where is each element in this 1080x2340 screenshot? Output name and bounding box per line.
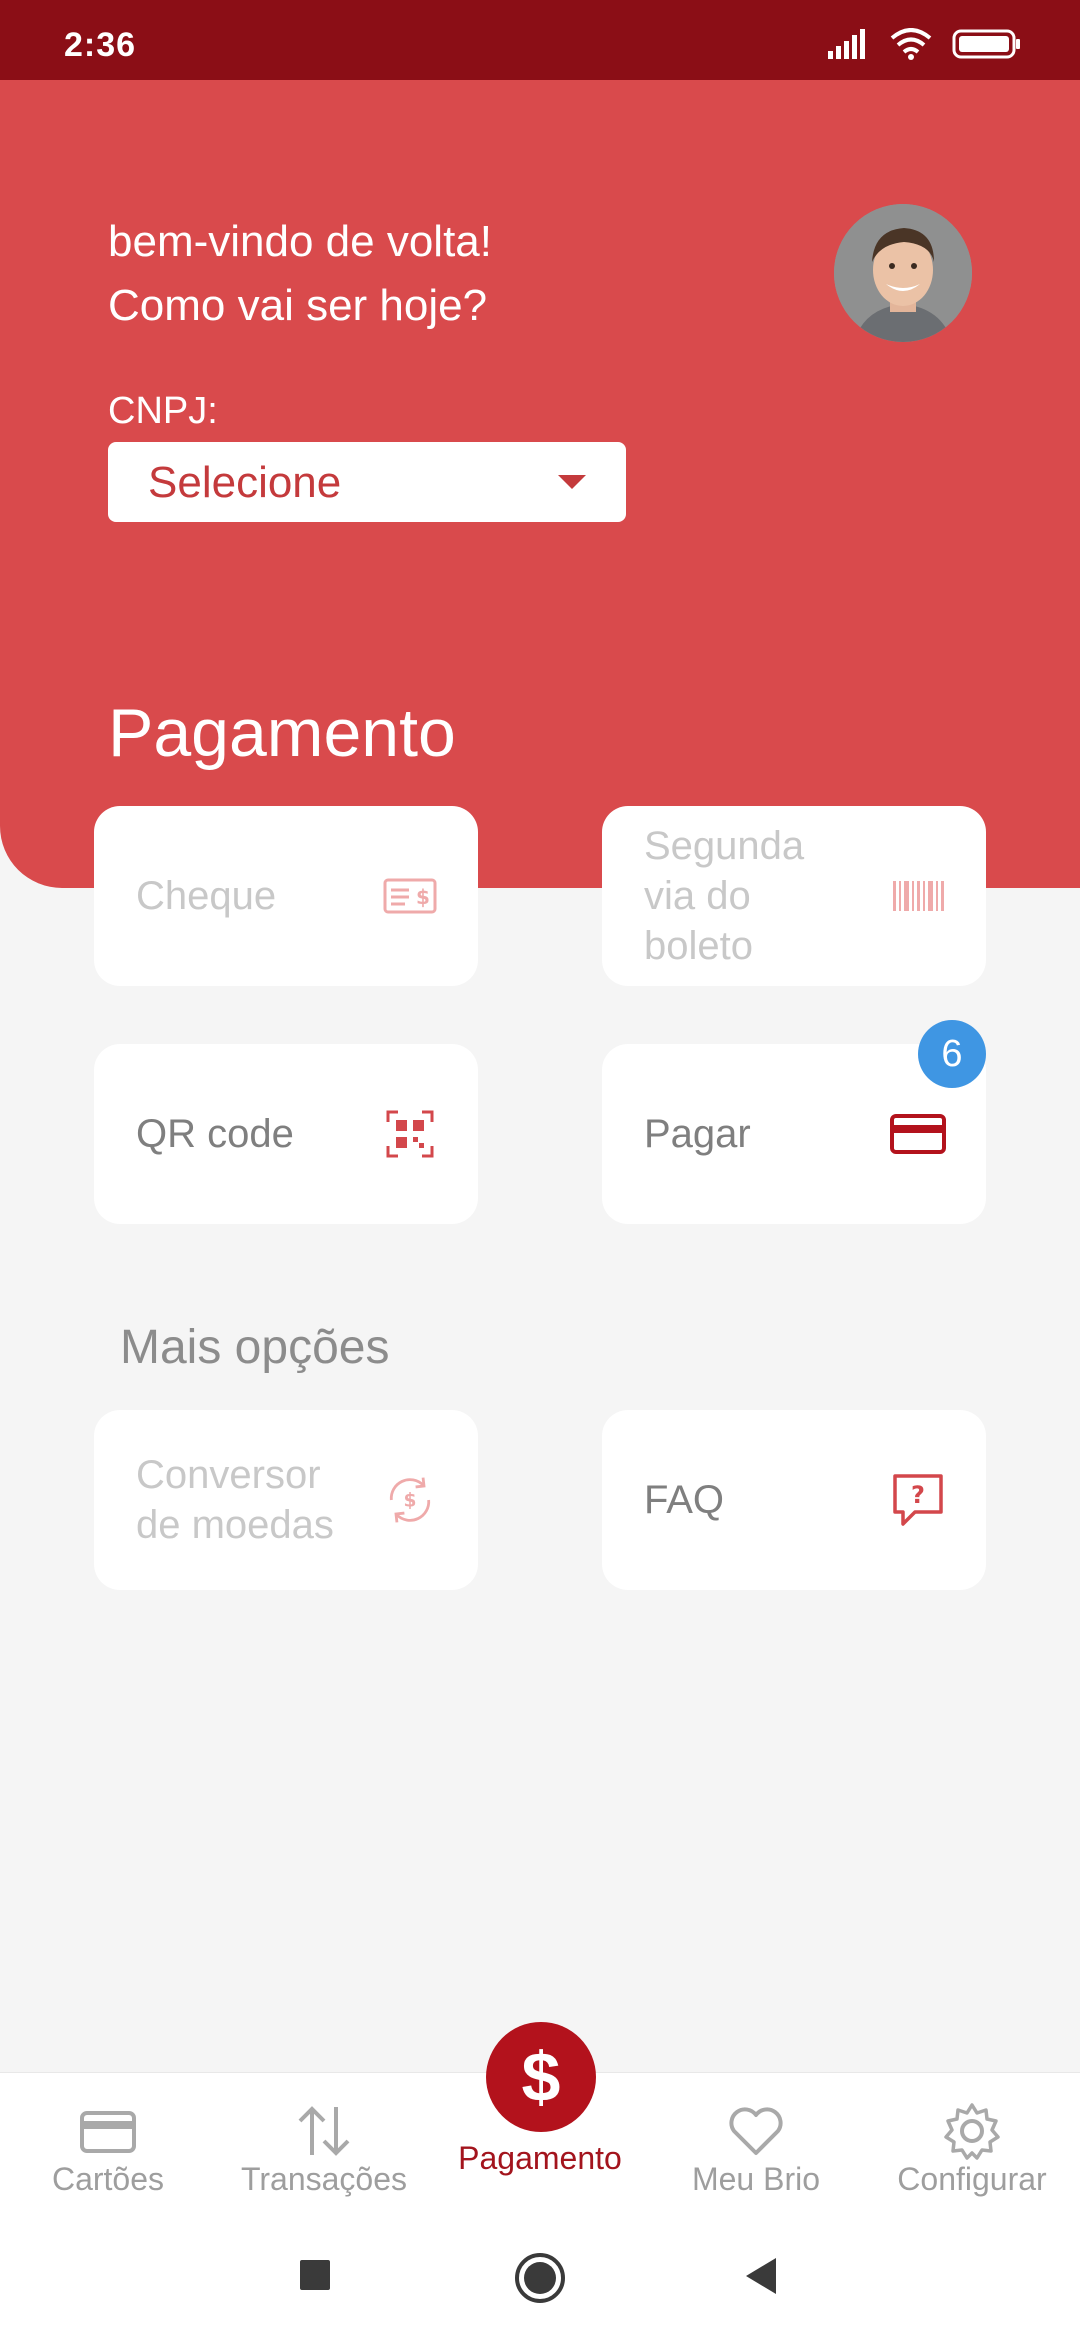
signal-icon — [828, 29, 865, 59]
card-label: Pagar — [644, 1112, 751, 1156]
faq-icon: ? — [890, 1472, 946, 1528]
system-nav-bar — [0, 2210, 1080, 2340]
boleto-card[interactable]: Segunda via do boleto — [602, 806, 986, 986]
avatar-portrait — [834, 204, 972, 342]
qr-code-card[interactable]: QR code — [94, 1044, 478, 1224]
cheque-icon: $ — [382, 868, 438, 924]
status-time: 2:36 — [64, 26, 137, 64]
card-label: FAQ — [644, 1478, 725, 1522]
pagar-badge: 6 — [918, 1020, 986, 1088]
status-icons — [828, 26, 1022, 62]
more-options-title: Mais opções — [120, 1321, 390, 1374]
status-bar: 2:36 — [0, 0, 1080, 80]
greeting: bem-vindo de volta! Como vai ser hoje? — [108, 210, 492, 338]
back-button[interactable] — [742, 2256, 778, 2296]
avatar[interactable] — [834, 204, 972, 342]
section-title: Pagamento — [108, 695, 456, 771]
nav-item-cartoes[interactable]: Cartões — [0, 2073, 216, 2211]
wifi-icon — [890, 28, 932, 60]
currency-converter-card[interactable]: Conversor de moedas $ — [94, 1410, 478, 1590]
svg-text:$: $ — [404, 1491, 417, 1512]
qr-code-icon — [382, 1106, 438, 1162]
card-icon — [80, 2111, 136, 2153]
card-label: QR code — [136, 1112, 294, 1156]
credit-card-icon — [890, 1106, 946, 1162]
nav-item-configurar[interactable]: Configurar — [864, 2073, 1080, 2211]
faq-card[interactable]: FAQ ? — [602, 1410, 986, 1590]
cnpj-select[interactable]: Selecione — [108, 442, 626, 522]
nav-label: Configurar — [897, 2161, 1047, 2197]
nav-item-transacoes[interactable]: Transações — [216, 2073, 432, 2211]
heart-icon — [729, 2107, 783, 2155]
nav-item-meu-brio[interactable]: Meu Brio — [648, 2073, 864, 2211]
svg-text:?: ? — [911, 1481, 925, 1509]
barcode-icon — [890, 868, 946, 924]
cnpj-label: CNPJ: — [108, 390, 218, 432]
recents-button[interactable] — [298, 2258, 332, 2292]
cheque-card[interactable]: Cheque $ — [94, 806, 478, 986]
greeting-line-1: bem-vindo de volta! — [108, 217, 492, 266]
dollar-icon: $ — [521, 2038, 561, 2116]
nav-label-active: Pagamento — [458, 2140, 622, 2176]
cnpj-select-value: Selecione — [148, 458, 342, 507]
caret-down-icon — [558, 475, 586, 489]
gear-icon — [944, 2103, 1000, 2160]
nav-label: Transações — [241, 2161, 407, 2197]
svg-text:$: $ — [416, 885, 430, 909]
nav-item-pagamento[interactable]: $ — [486, 2022, 596, 2132]
nav-label: Meu Brio — [691, 2161, 821, 2197]
card-label: Conversor de moedas — [136, 1453, 334, 1547]
nav-label: Cartões — [51, 2161, 165, 2197]
battery-icon — [952, 29, 1020, 59]
currency-exchange-icon: $ — [382, 1472, 438, 1528]
card-label: Cheque — [136, 874, 277, 918]
card-label: Segunda via do boleto — [644, 824, 805, 968]
home-button[interactable] — [514, 2252, 566, 2304]
greeting-line-2: Como vai ser hoje? — [108, 281, 488, 330]
transfer-icon — [298, 2106, 350, 2156]
